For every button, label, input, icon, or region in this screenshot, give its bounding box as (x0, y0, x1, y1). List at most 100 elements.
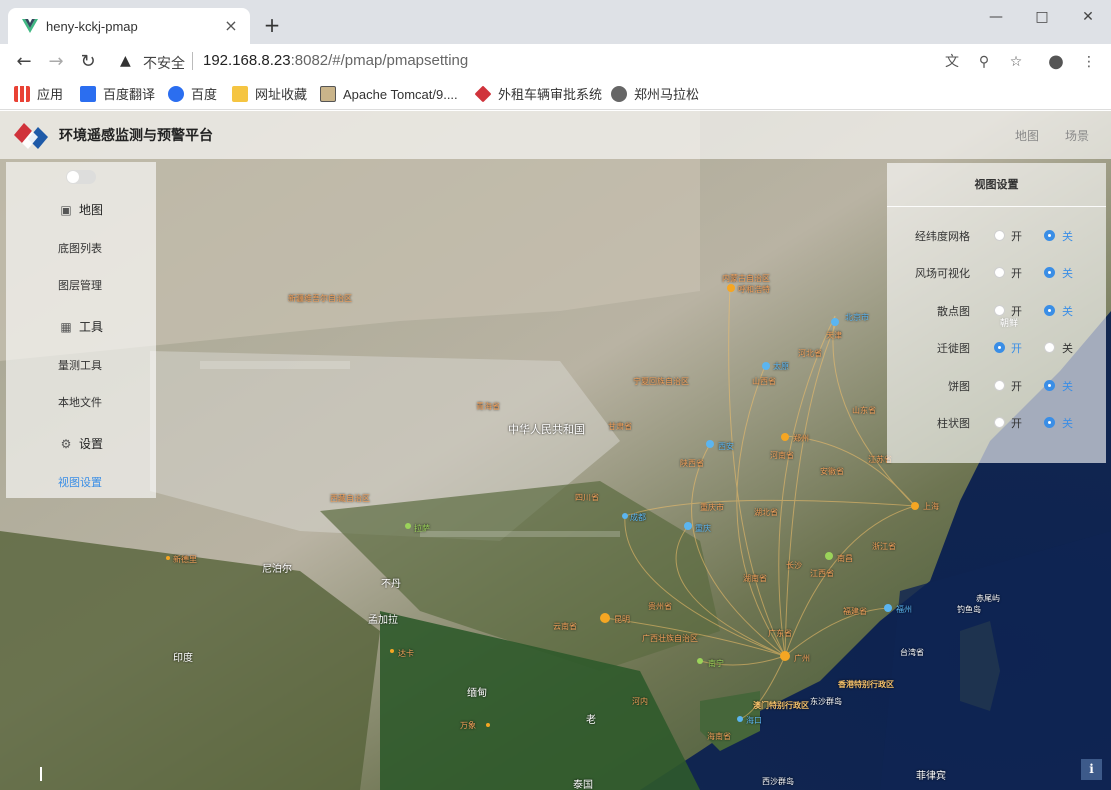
place-label: 泰国 (573, 780, 593, 790)
bookmark-label: 外租车辆审批系统 (498, 87, 603, 102)
header-link-map[interactable]: 地图 (1015, 127, 1039, 144)
setting-label: 风场可视化 (915, 267, 970, 280)
province-label: 海南省 (707, 732, 731, 741)
radio-off-label: 关 (1062, 342, 1073, 355)
radio-on[interactable] (994, 380, 1005, 391)
translate-icon[interactable]: 文 (941, 52, 963, 74)
radio-on[interactable] (994, 230, 1005, 241)
province-label: 甘肃省 (608, 422, 632, 431)
radio-on[interactable] (994, 417, 1005, 428)
province-label: 湖南省 (743, 574, 767, 583)
bookmark-baidu-translate[interactable]: 百度翻译 (80, 86, 155, 104)
close-window-icon[interactable]: ✕ (1065, 6, 1111, 28)
app-title: 环境遥感监测与预警平台 (59, 128, 213, 144)
setting-label: 散点图 (937, 305, 970, 318)
province-label: 陕西省 (680, 459, 704, 468)
setting-row-scatter: 散点图 开 关 (887, 301, 1106, 321)
province-label: 内蒙古自治区 (722, 274, 770, 283)
toggle-knob (67, 171, 79, 183)
maximize-icon[interactable]: □ (1019, 6, 1065, 28)
place-label: 印度 (173, 653, 193, 664)
profile-icon[interactable]: ● (1045, 52, 1067, 74)
nav-group-label: 工具 (78, 320, 103, 334)
city-label: 南宁 (708, 659, 724, 668)
place-label: 尼泊尔 (262, 564, 292, 575)
city-label: 南昌 (837, 554, 853, 563)
province-label: 西藏自治区 (330, 494, 370, 503)
province-label: 山东省 (852, 406, 876, 415)
gear-icon: ⚙ (60, 437, 72, 451)
text-cursor (40, 767, 42, 781)
bookmark-apps[interactable]: 应用 (14, 86, 63, 104)
radio-off[interactable] (1044, 380, 1055, 391)
place-label: 西沙群岛 (762, 777, 794, 786)
url-text[interactable]: 192.168.8.23:8082/#/pmap/pmapsetting (203, 52, 468, 69)
forward-icon[interactable]: → (43, 50, 69, 74)
place-label: 香港特别行政区 (838, 680, 894, 689)
province-label: 贵州省 (648, 602, 672, 611)
nav-item-view-settings[interactable]: 视图设置 (6, 474, 156, 490)
province-label: 广东省 (768, 629, 792, 638)
radio-on[interactable] (994, 342, 1005, 353)
province-label: 福建省 (843, 607, 867, 616)
setting-label: 饼图 (948, 380, 970, 393)
nav-item-measure-tool[interactable]: 量测工具 (6, 357, 156, 373)
browser-tab[interactable]: heny-kckj-pmap × (8, 8, 250, 44)
nav-group-tools[interactable]: ▦ 工具 (6, 318, 156, 335)
left-nav-panel: ▣ 地图 底图列表 图层管理 ▦ 工具 量测工具 本地文件 ⚙ 设置 视图设置 (6, 162, 156, 498)
url-host: 192.168.8.23 (203, 52, 291, 69)
country-label: 中华人民共和国 (508, 423, 585, 436)
reload-icon[interactable]: ↻ (75, 50, 101, 74)
setting-label: 经纬度网格 (915, 230, 970, 243)
nav-item-layer-manager[interactable]: 图层管理 (6, 277, 156, 293)
bookmarks-bar: 应用 百度翻译 百度 网址收藏 Apache Tomcat/9.... 外租车辆… (0, 80, 1111, 110)
radio-on-label: 开 (1011, 230, 1022, 243)
bookmark-baidu[interactable]: 百度 (168, 86, 217, 104)
bookmark-star-icon[interactable]: ☆ (1005, 52, 1027, 74)
grid-icon: ▦ (60, 320, 72, 334)
baidu-translate-icon (80, 86, 96, 102)
new-tab-button[interactable]: + (260, 14, 284, 38)
nav-group-map[interactable]: ▣ 地图 (6, 201, 156, 218)
zoom-icon[interactable]: ⚲ (973, 52, 995, 74)
radio-off[interactable] (1044, 267, 1055, 278)
radio-on-label: 开 (1011, 342, 1022, 355)
tab-close-icon[interactable]: × (220, 15, 242, 37)
province-label: 湖北省 (754, 508, 778, 517)
panel-toggle-switch[interactable] (66, 170, 96, 184)
radio-off[interactable] (1044, 230, 1055, 241)
setting-row-grid: 经纬度网格 开 关 (887, 226, 1106, 246)
radio-off[interactable] (1044, 342, 1055, 353)
header-link-scene[interactable]: 场景 (1065, 127, 1089, 144)
warning-icon: ▲ (120, 53, 131, 69)
radio-on[interactable] (994, 305, 1005, 316)
city-label: 达卡 (398, 649, 414, 658)
nav-group-settings[interactable]: ⚙ 设置 (6, 435, 156, 452)
browser-toolbar: ← → ↻ ▲ 不安全 192.168.8.23:8082/#/pmap/pma… (0, 44, 1111, 80)
nav-item-local-file[interactable]: 本地文件 (6, 394, 156, 410)
menu-icon[interactable]: ⋮ (1078, 52, 1100, 74)
bookmark-car-system[interactable]: 外租车辆审批系统 (474, 85, 603, 104)
province-label: 安徽省 (820, 467, 844, 476)
info-button[interactable]: i (1081, 759, 1102, 780)
bookmark-label: 百度翻译 (103, 87, 156, 102)
radio-on[interactable] (994, 267, 1005, 278)
bookmark-marathon[interactable]: 郑州马拉松 (611, 86, 699, 104)
radio-off[interactable] (1044, 417, 1055, 428)
back-icon[interactable]: ← (11, 50, 37, 74)
setting-label: 迁徙图 (937, 342, 970, 355)
bookmark-tomcat[interactable]: Apache Tomcat/9.... (320, 86, 458, 104)
url-path: :8082/#/pmap/pmapsetting (290, 52, 469, 69)
radio-off[interactable] (1044, 305, 1055, 316)
bookmark-folder[interactable]: 网址收藏 (232, 86, 307, 104)
address-bar[interactable]: ▲ 不安全 192.168.8.23:8082/#/pmap/pmapsetti… (108, 48, 1068, 76)
province-label: 河南省 (770, 451, 794, 460)
nav-item-basemap-list[interactable]: 底图列表 (6, 240, 156, 256)
city-label: 郑州 (793, 434, 809, 443)
city-label: 北京市 (845, 313, 869, 322)
city-label: 河内 (632, 697, 648, 706)
city-label: 上海 (923, 502, 939, 511)
minimize-icon[interactable]: — (973, 6, 1019, 28)
address-separator (192, 52, 193, 70)
app-viewport: 中华人民共和国 新疆维吾尔自治区 西藏自治区 青海省 甘肃省 四川省 云南省 贵… (0, 111, 1111, 790)
